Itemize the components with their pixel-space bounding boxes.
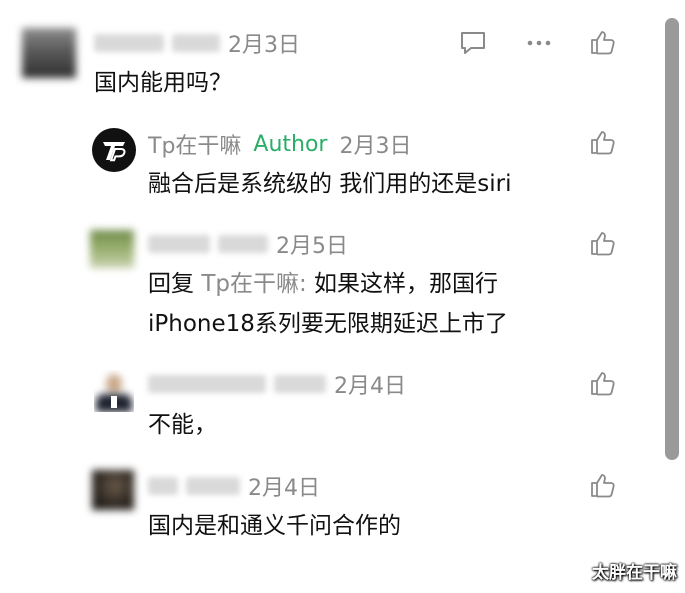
blurred-username	[274, 375, 326, 393]
watermark: 太胖在干嘛	[592, 563, 677, 583]
comment-date: 2月5日	[276, 234, 348, 259]
comment-date: 2月3日	[228, 33, 300, 58]
comment-text: 国内是和通义千问合作的	[148, 513, 401, 539]
author-logo-icon	[103, 142, 126, 162]
thumbs-up-icon[interactable]	[588, 228, 618, 258]
avatar[interactable]	[22, 28, 76, 78]
thumbs-up-icon[interactable]	[588, 27, 618, 57]
blurred-username	[172, 34, 220, 52]
blurred-username	[94, 34, 164, 52]
avatar[interactable]	[90, 230, 134, 268]
avatar[interactable]	[92, 470, 134, 510]
reply-to-username[interactable]: Tp在干嘛:	[201, 271, 306, 297]
blurred-username	[148, 375, 266, 393]
thumbs-up-icon[interactable]	[588, 470, 618, 500]
comment-text: 不能，	[148, 412, 217, 438]
comment-text: 融合后是系统级的 我们用的还是siri	[148, 171, 512, 197]
author-badge: Author	[253, 131, 328, 157]
blurred-username	[186, 477, 240, 495]
comment-text: 回复 Tp在干嘛: 如果这样，那国行	[148, 265, 498, 303]
comment-text: 国内能用吗？	[94, 70, 232, 96]
username[interactable]: Tp在干嘛	[148, 128, 241, 160]
comment-text-line2: iPhone18系列要无限期延迟上市了	[148, 311, 508, 337]
more-icon[interactable]	[524, 28, 554, 58]
blurred-username	[148, 477, 178, 495]
author-avatar[interactable]	[92, 128, 136, 172]
blurred-username	[148, 235, 210, 253]
thumbs-up-icon[interactable]	[588, 368, 618, 398]
blurred-username	[218, 235, 268, 253]
comment-date: 2月3日	[339, 134, 412, 159]
thumbs-up-icon[interactable]	[588, 127, 618, 157]
comment-date: 2月4日	[334, 374, 406, 399]
comment-date: 2月4日	[248, 476, 320, 501]
avatar[interactable]	[94, 370, 134, 412]
comment-icon[interactable]	[458, 28, 488, 58]
reply-text: 如果这样，那国行	[306, 271, 499, 297]
reply-prefix: 回复	[148, 271, 202, 297]
scrollbar[interactable]	[665, 18, 679, 460]
